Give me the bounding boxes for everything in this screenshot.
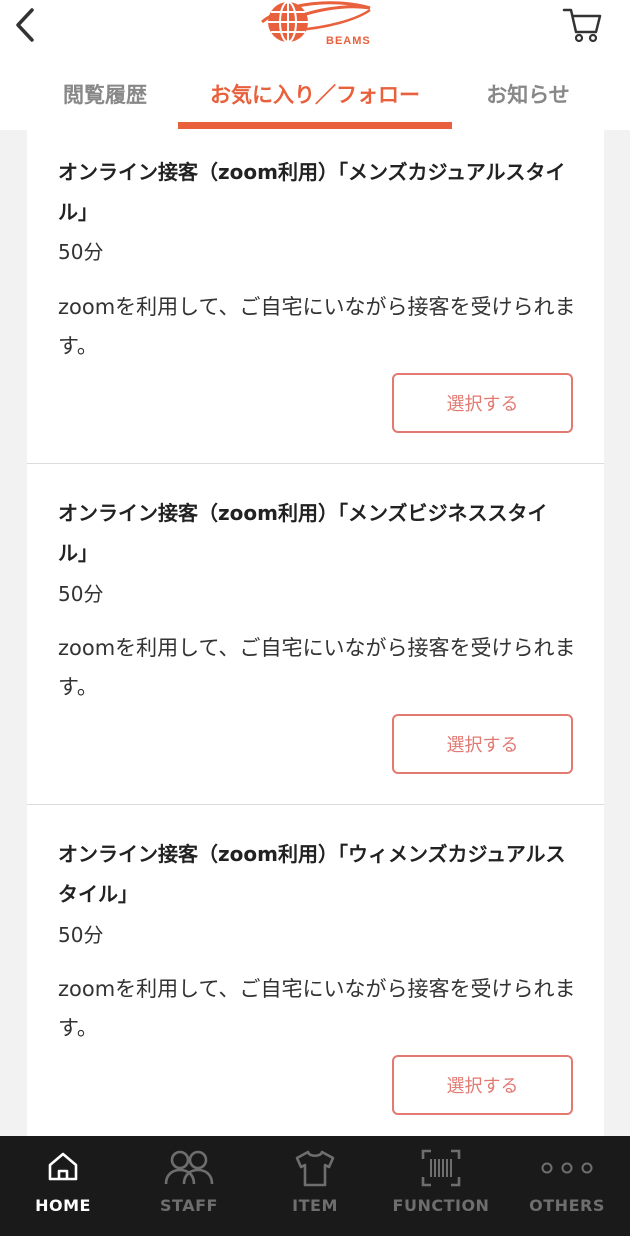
item-duration: 50分 [58, 582, 104, 606]
tshirt-icon [295, 1150, 335, 1187]
select-button[interactable]: 選択する [392, 714, 573, 774]
favorites-list[interactable]: オンライン接客（zoom利用）「メンズカジュアルスタイル」 50分 zoomを利… [27, 130, 604, 1136]
beams-globe-logo: BEAMS [261, 1, 371, 47]
nav-others[interactable]: OTHERS [504, 1136, 630, 1236]
tab-browsing-history[interactable]: 閲覧履歴 [30, 58, 180, 130]
tab-label: お知らせ [486, 83, 570, 107]
brand-logo[interactable]: BEAMS [256, 0, 374, 48]
tab-favorites-follow[interactable]: お気に入り／フォロー [178, 58, 452, 130]
item-description: zoomを利用して、ご自宅にいながら接客を受けられます。 [58, 636, 576, 699]
list-item: オンライン接客（zoom利用）「ウィメンズカジュアルスタイル」 50分 zoom… [27, 805, 604, 1136]
item-title: オンライン接客（zoom利用）「ウィメンズカジュアルスタイル」 [58, 842, 566, 906]
list-item: オンライン接客（zoom利用）「メンズカジュアルスタイル」 50分 zoomを利… [27, 130, 604, 464]
nav-item[interactable]: ITEM [252, 1136, 378, 1236]
tab-label: 閲覧履歴 [63, 83, 147, 107]
list-item: オンライン接客（zoom利用）「メンズビジネススタイル」 50分 zoomを利用… [27, 464, 604, 805]
nav-label: STAFF [160, 1196, 218, 1215]
app-header: BEAMS [0, 0, 630, 58]
tab-bar: 閲覧履歴 お気に入り／フォロー お知らせ [0, 58, 630, 130]
item-description: zoomを利用して、ご自宅にいながら接客を受けられます。 [58, 295, 576, 358]
nav-home[interactable]: HOME [0, 1136, 126, 1236]
staff-icon [164, 1150, 214, 1185]
item-duration: 50分 [58, 240, 104, 264]
more-dots-icon [541, 1162, 593, 1174]
cart-button[interactable] [560, 4, 604, 44]
nav-function[interactable]: FUNCTION [378, 1136, 504, 1236]
item-description: zoomを利用して、ご自宅にいながら接客を受けられます。 [58, 977, 576, 1040]
back-button[interactable] [8, 4, 44, 44]
cart-icon [562, 8, 602, 43]
nav-label: OTHERS [529, 1196, 605, 1215]
nav-label: FUNCTION [392, 1196, 490, 1215]
tab-notifications[interactable]: お知らせ [458, 58, 598, 130]
barcode-scan-icon [421, 1149, 461, 1187]
active-tab-indicator [178, 122, 452, 129]
nav-label: ITEM [292, 1196, 338, 1215]
nav-staff[interactable]: STAFF [126, 1136, 252, 1236]
item-duration: 50分 [58, 923, 104, 947]
item-title: オンライン接客（zoom利用）「メンズカジュアルスタイル」 [58, 160, 566, 224]
bottom-navigation: HOME STAFF ITEM FUNCTION OTHERS [0, 1136, 630, 1236]
item-title: オンライン接客（zoom利用）「メンズビジネススタイル」 [58, 501, 548, 565]
tab-label: お気に入り／フォロー [210, 83, 420, 107]
home-icon [48, 1152, 78, 1181]
chevron-left-icon [16, 8, 34, 42]
svg-text:BEAMS: BEAMS [326, 35, 371, 47]
select-button[interactable]: 選択する [392, 1055, 573, 1115]
nav-label: HOME [35, 1196, 91, 1215]
select-button[interactable]: 選択する [392, 373, 573, 433]
